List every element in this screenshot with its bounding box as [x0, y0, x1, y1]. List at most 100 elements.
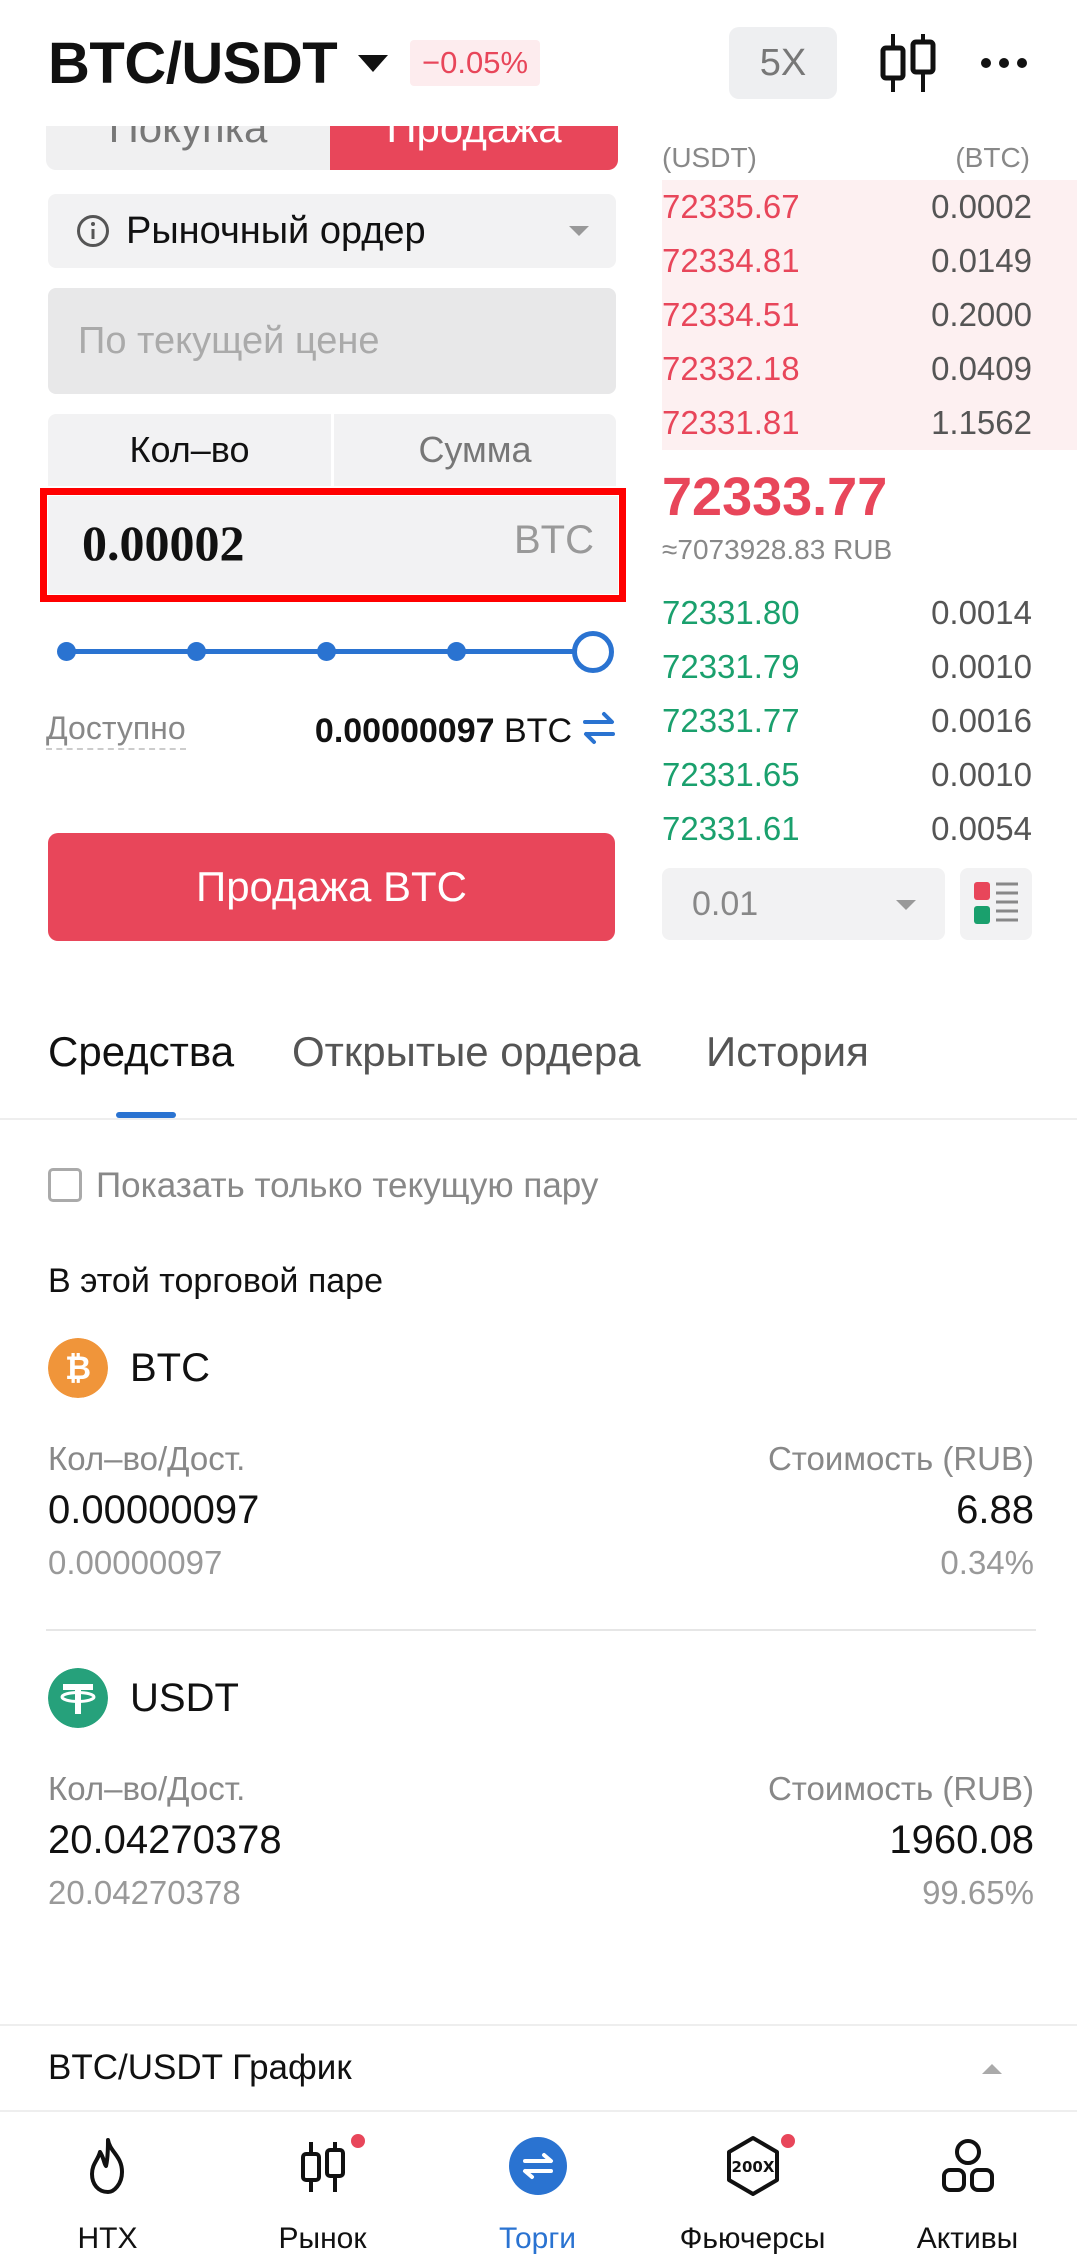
- tab-funds[interactable]: Средства: [48, 1028, 234, 1076]
- asset-value: 1960.08: [889, 1818, 1034, 1862]
- buy-sell-tabs: Покупка Продажа: [46, 126, 618, 170]
- ask-amount: 0.0149: [931, 242, 1032, 279]
- slider-step-25[interactable]: [187, 642, 206, 661]
- ask-row[interactable]: 72335.67 0.0002: [662, 180, 1077, 234]
- tether-icon: [48, 1668, 108, 1728]
- ask-price: 72332.18: [662, 350, 800, 387]
- last-price[interactable]: 72333.77: [662, 466, 887, 528]
- depth-value: 0.01: [692, 885, 759, 923]
- slider-step-75[interactable]: [447, 642, 466, 661]
- bid-price: 72331.77: [662, 702, 800, 739]
- ask-amount: 0.2000: [931, 296, 1032, 333]
- depth-select[interactable]: 0.01: [662, 868, 945, 940]
- chevron-up-icon[interactable]: [982, 2064, 1002, 2074]
- asset-percent: 0.34%: [940, 1544, 1034, 1581]
- tab-quantity[interactable]: Кол–во: [48, 414, 331, 486]
- tab-open-orders[interactable]: Открытые ордера: [292, 1028, 641, 1076]
- swap-arrows-icon[interactable]: [582, 710, 616, 746]
- futures-200x-icon: 200X: [727, 2136, 779, 2196]
- pair-title[interactable]: BTC/USDT: [48, 30, 338, 97]
- nav-label: Рынок: [278, 2222, 367, 2255]
- divider: [46, 1629, 1036, 1631]
- asset-qty-label: Кол–во/Дост.: [48, 1770, 246, 1807]
- svg-text:₿: ₿: [65, 1349, 91, 1387]
- candles-icon: [301, 2142, 345, 2192]
- nav-label: Торги: [498, 2222, 577, 2255]
- bid-amount: 0.0010: [931, 756, 1032, 793]
- bid-row[interactable]: 72331.79 0.0010: [662, 640, 1077, 694]
- price-change-badge: −0.05%: [410, 40, 541, 86]
- tab-sell[interactable]: Продажа: [330, 126, 618, 170]
- bid-price: 72331.61: [662, 810, 800, 847]
- bid-row[interactable]: 72331.61 0.0054: [662, 802, 1077, 856]
- ask-row[interactable]: 72334.51 0.2000: [662, 288, 1077, 342]
- trade-icon: [509, 2137, 567, 2195]
- bid-amount: 0.0016: [931, 702, 1032, 739]
- nav-item-trade[interactable]: Торги: [430, 2112, 645, 2263]
- available-unit: BTC: [504, 712, 572, 750]
- chart-label: BTC/USDT График: [48, 2048, 352, 2087]
- bid-price: 72331.65: [662, 756, 800, 793]
- candlestick-chart-icon[interactable]: [878, 30, 938, 96]
- bottom-tabs: Средства Открытые ордера История: [0, 990, 1077, 1120]
- section-title: В этой торговой паре: [48, 1262, 384, 1300]
- bottom-navigation: HTX Рынок Торги 200X Фьючерсы Активы: [0, 2110, 1077, 2263]
- nav-item-assets[interactable]: Активы: [860, 2112, 1075, 2263]
- asset-qty-label: Кол–во/Дост.: [48, 1440, 246, 1477]
- more-options-icon[interactable]: [978, 40, 1030, 86]
- bid-row[interactable]: 72331.65 0.0010: [662, 748, 1077, 802]
- asset-qty: 0.00000097: [48, 1488, 260, 1532]
- sell-btc-button[interactable]: Продажа BTC: [48, 833, 615, 941]
- bid-amount: 0.0014: [931, 594, 1032, 631]
- header: BTC/USDT −0.05% 5X: [0, 0, 1077, 126]
- last-price-rub: ≈7073928.83 RUB: [662, 534, 893, 565]
- tab-sum[interactable]: Сумма: [334, 414, 616, 486]
- ask-row[interactable]: 72334.81 0.0149: [662, 234, 1077, 288]
- ask-price: 72335.67: [662, 188, 800, 225]
- orderbook-amount-header: (BTC): [955, 142, 1030, 173]
- asset-value: 6.88: [956, 1488, 1034, 1532]
- bid-price: 72331.79: [662, 648, 800, 685]
- assets-icon: [942, 2139, 994, 2192]
- price-input[interactable]: [48, 288, 616, 394]
- current-pair-label[interactable]: Показать только текущую пару: [96, 1166, 598, 1206]
- ask-price: 72334.51: [662, 296, 800, 333]
- slider-handle[interactable]: [572, 631, 614, 673]
- asset-name: USDT: [130, 1676, 239, 1720]
- amount-mode-tabs: Кол–во Сумма: [48, 414, 616, 486]
- bid-row[interactable]: 72331.80 0.0014: [662, 586, 1077, 640]
- chevron-down-icon: [569, 226, 589, 236]
- ask-row[interactable]: 72331.81 1.1562: [662, 396, 1077, 450]
- slider-step-50[interactable]: [317, 642, 336, 661]
- bid-amount: 0.0054: [931, 810, 1032, 847]
- nav-item-futures[interactable]: 200X Фьючерсы: [645, 2112, 860, 2263]
- asset-value-label: Стоимость (RUB): [767, 1440, 1034, 1477]
- nav-item-market[interactable]: Рынок: [215, 2112, 430, 2263]
- slider-step-0[interactable]: [57, 642, 76, 661]
- svg-text:200X: 200X: [732, 2158, 775, 2176]
- nav-item-htx[interactable]: HTX: [0, 2112, 215, 2263]
- bid-row[interactable]: 72331.77 0.0016: [662, 694, 1077, 748]
- nav-label: HTX: [77, 2222, 138, 2255]
- order-type-select[interactable]: Рыночный ордер: [48, 194, 616, 268]
- ask-amount: 0.0002: [931, 188, 1032, 225]
- asset-percent: 99.65%: [922, 1874, 1034, 1911]
- info-icon[interactable]: [76, 214, 110, 248]
- chevron-down-icon: [896, 900, 916, 910]
- leverage-button[interactable]: 5X: [729, 27, 837, 99]
- nav-label: Активы: [916, 2222, 1019, 2255]
- tab-history[interactable]: История: [706, 1028, 869, 1076]
- available-label[interactable]: Доступно: [46, 710, 186, 750]
- current-pair-checkbox[interactable]: [48, 1168, 82, 1202]
- orderbook-layout-icon: [974, 882, 1018, 924]
- asset-value-label: Стоимость (RUB): [767, 1770, 1034, 1807]
- trade-screen: BTC/USDT −0.05% 5X Покупка Продажа Рыноч…: [0, 0, 1077, 2263]
- pair-dropdown-icon[interactable]: [358, 55, 388, 72]
- amount-slider[interactable]: [56, 630, 616, 674]
- chart-toggle-bar[interactable]: BTC/USDT График: [0, 2024, 1077, 2110]
- bitcoin-icon: ₿: [48, 1338, 108, 1398]
- ask-amount: 0.0409: [931, 350, 1032, 387]
- orderbook-layout-button[interactable]: [960, 868, 1032, 940]
- tab-buy[interactable]: Покупка: [46, 126, 330, 170]
- ask-row[interactable]: 72332.18 0.0409: [662, 342, 1077, 396]
